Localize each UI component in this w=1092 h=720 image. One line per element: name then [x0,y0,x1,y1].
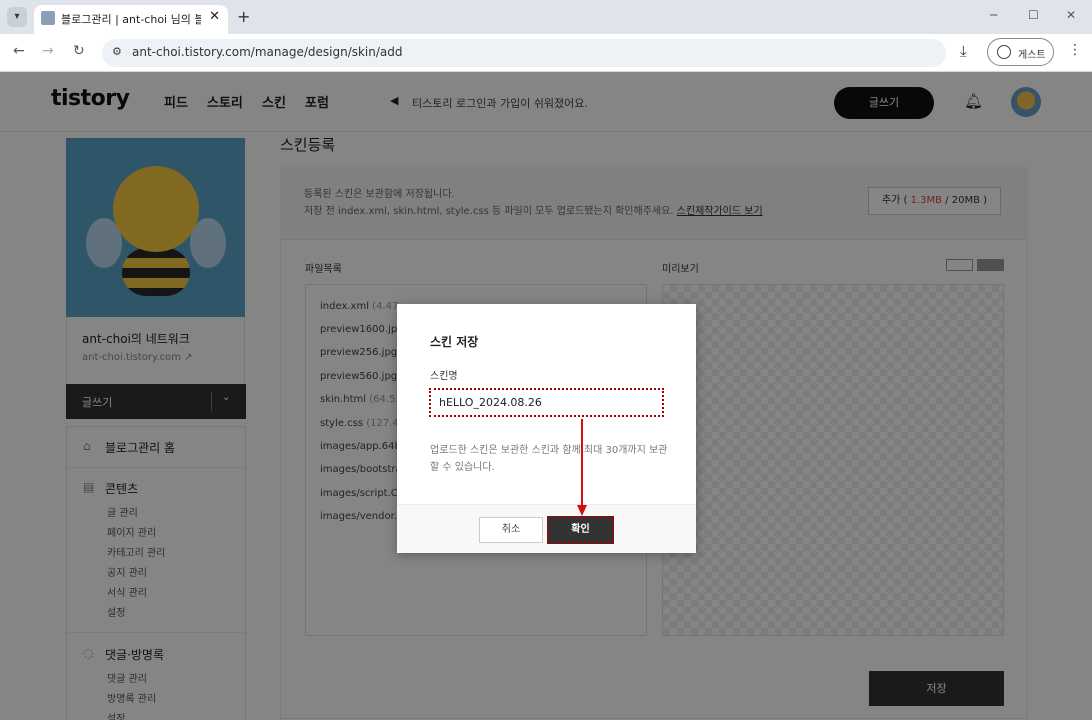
dialog-description: 업로드한 스킨은 보관한 스킨과 함께 최대 30개까지 보관할 수 있습니다. [430,445,668,473]
download-icon[interactable]: ⤓ [960,42,967,60]
dialog-title: 스킨 저장 [430,335,479,349]
address-bar[interactable]: ⚙ ant-choi.tistory.com/manage/design/ski… [102,39,946,67]
profile-button[interactable]: 게스트 [987,38,1054,66]
forward-icon[interactable]: → [42,43,54,59]
browser-menu-icon[interactable]: ⋮ [1068,42,1082,58]
reload-icon[interactable]: ↻ [73,43,85,59]
confirm-button[interactable]: 확인 [547,516,614,544]
skin-name-label: 스킨명 [430,371,458,382]
annotation-arrow-icon [577,419,587,516]
new-tab-icon[interactable]: + [237,7,250,26]
dialog-footer: 취소 확인 [397,504,696,553]
maximize-icon[interactable]: ☐ [1028,8,1039,22]
browser-tab[interactable]: 블로그관리 | ant-choi 님의 블로그 ✕ [34,5,228,34]
tab-close-icon[interactable]: ✕ [209,9,220,24]
cancel-button[interactable]: 취소 [479,517,543,543]
back-icon[interactable]: ← [13,43,25,59]
window-close-icon[interactable]: ✕ [1066,8,1076,22]
site-info-icon[interactable]: ⚙ [112,45,122,58]
tab-search-icon[interactable]: ▾ [7,7,27,27]
profile-icon [997,45,1011,59]
browser-toolbar: ← → ↻ ⚙ ant-choi.tistory.com/manage/desi… [0,34,1092,72]
url-text[interactable]: ant-choi.tistory.com/manage/design/skin/… [132,45,403,59]
skin-name-input[interactable] [429,388,664,417]
tab-title: 블로그관리 | ant-choi 님의 블로그 [61,13,201,26]
browser-tab-bar: ▾ 블로그관리 | ant-choi 님의 블로그 ✕ + ─ ☐ ✕ [0,0,1092,34]
favicon-icon [41,11,55,25]
profile-label: 게스트 [1018,50,1046,61]
skin-save-dialog: 스킨 저장 스킨명 업로드한 스킨은 보관한 스킨과 함께 최대 30개까지 보… [397,304,696,553]
minimize-icon[interactable]: ─ [990,8,997,22]
